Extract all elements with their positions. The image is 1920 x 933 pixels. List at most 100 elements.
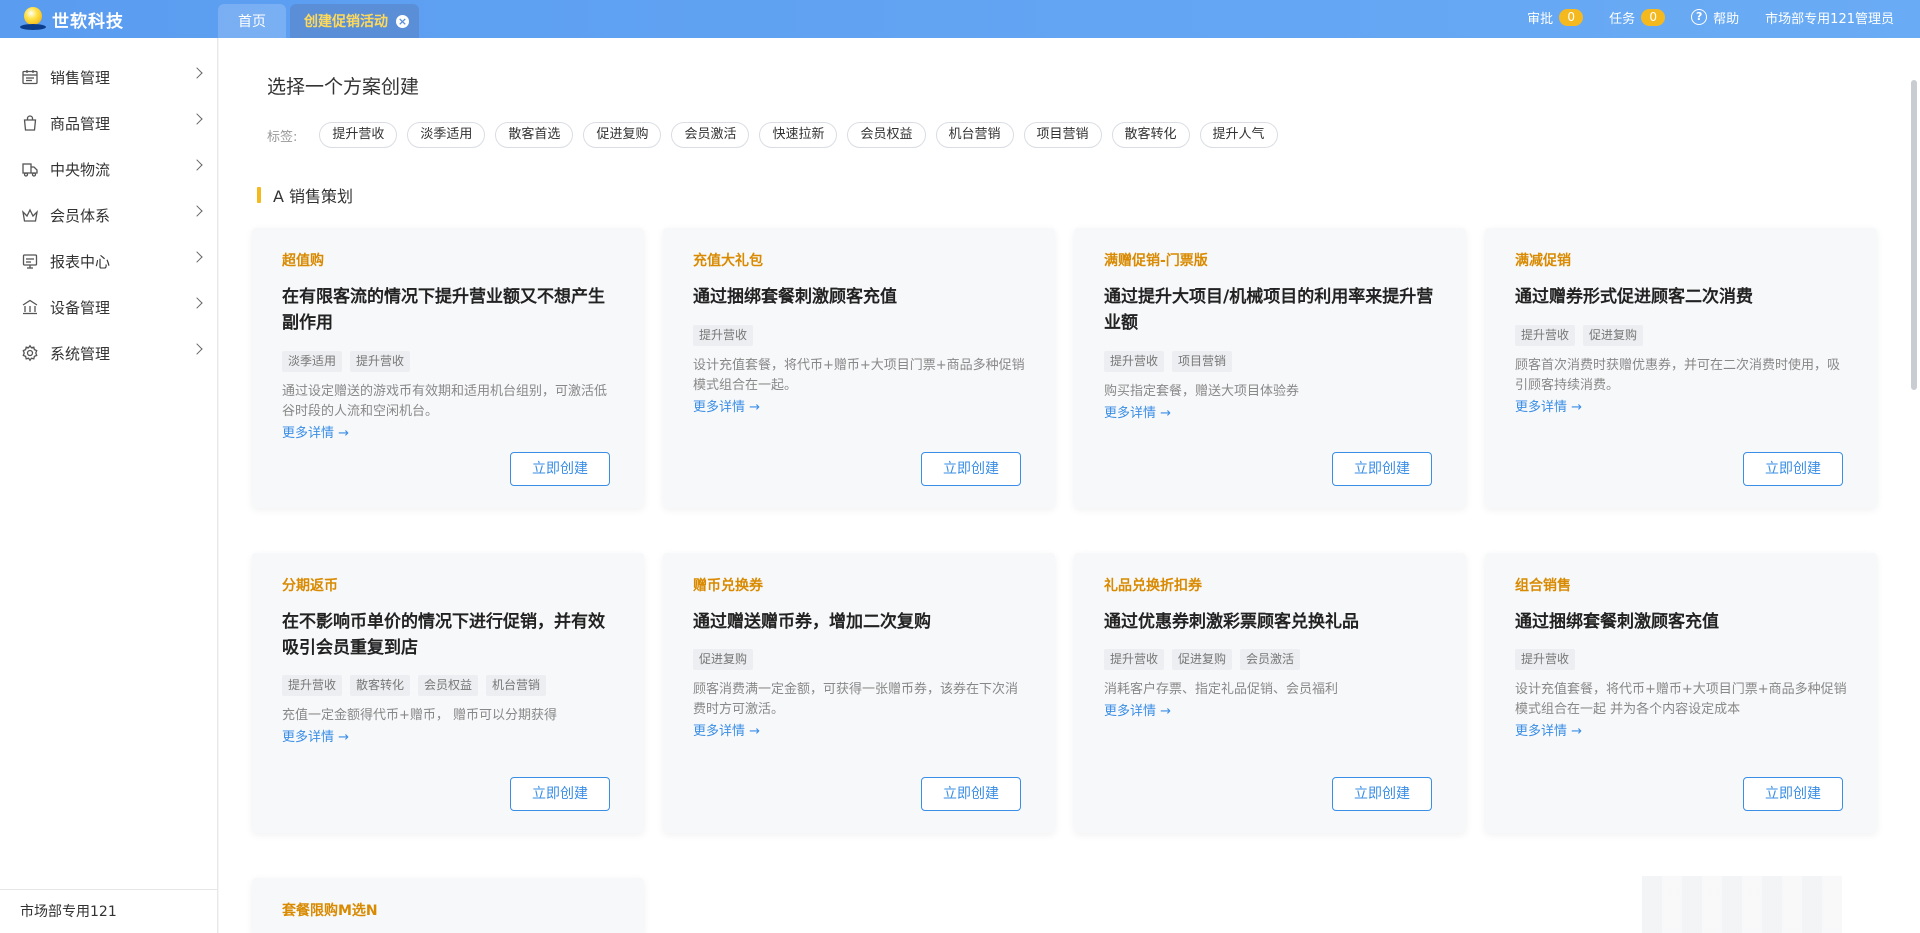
sidebar-item-logistics[interactable]: 中央物流 bbox=[0, 146, 217, 192]
sidebar-item-goods[interactable]: 商品管理 bbox=[0, 100, 217, 146]
approval-button[interactable]: 审批 0 bbox=[1527, 8, 1584, 27]
section-marker bbox=[257, 187, 261, 203]
more-details-link[interactable]: 更多详情 → bbox=[693, 396, 760, 415]
tag-filter-item[interactable]: 会员权益 bbox=[847, 122, 926, 148]
vertical-scrollbar[interactable] bbox=[1911, 80, 1917, 390]
create-now-button[interactable]: 立即创建 bbox=[510, 452, 610, 486]
plan-tag: 机台营销 bbox=[486, 675, 547, 696]
blurred-area bbox=[1642, 876, 1842, 933]
sidebar-item-label: 会员体系 bbox=[50, 206, 111, 225]
plan-name: 满减促销 bbox=[1515, 253, 1571, 269]
sidebar-item-label: 销售管理 bbox=[50, 68, 111, 87]
plan-tags: 促进复购 bbox=[693, 649, 754, 670]
sidebar-item-label: 商品管理 bbox=[50, 114, 111, 133]
plan-card: 礼品兑换折扣券 通过优惠券刺激彩票顾客兑换礼品 提升营收 促进复购 会员激活 消… bbox=[1074, 553, 1466, 833]
plan-name: 礼品兑换折扣券 bbox=[1104, 578, 1202, 594]
logo-icon bbox=[20, 6, 46, 32]
sidebar-item-devices[interactable]: 设备管理 bbox=[0, 284, 217, 330]
create-now-button[interactable]: 立即创建 bbox=[510, 777, 610, 811]
plan-tag: 散客转化 bbox=[350, 675, 411, 696]
plan-tag: 促进复购 bbox=[1172, 649, 1233, 670]
plan-tag: 提升营收 bbox=[1104, 649, 1165, 670]
plan-tag: 提升营收 bbox=[1515, 325, 1576, 346]
sidebar-item-sales[interactable]: 销售管理 bbox=[0, 54, 217, 100]
help-button[interactable]: ? 帮助 bbox=[1691, 8, 1739, 27]
approval-badge: 0 bbox=[1559, 8, 1584, 26]
plan-name: 套餐限购M选N bbox=[282, 903, 378, 919]
tag-filter-item[interactable]: 促进复购 bbox=[583, 122, 662, 148]
sidebar-item-reports[interactable]: 报表中心 bbox=[0, 238, 217, 284]
plan-name: 满赠促销-门票版 bbox=[1104, 253, 1208, 269]
plan-tag: 促进复购 bbox=[1583, 325, 1644, 346]
calendar-icon bbox=[20, 67, 40, 87]
task-button[interactable]: 任务 0 bbox=[1609, 8, 1666, 27]
create-now-button[interactable]: 立即创建 bbox=[921, 777, 1021, 811]
sidebar-item-system[interactable]: 系统管理 bbox=[0, 330, 217, 376]
plan-tag: 会员权益 bbox=[418, 675, 479, 696]
plan-card: 超值购 在有限客流的情况下提升营业额又不想产生副作用 淡季适用 提升营收 通过设… bbox=[252, 228, 644, 508]
create-now-button[interactable]: 立即创建 bbox=[1332, 777, 1432, 811]
gear-icon bbox=[20, 343, 40, 363]
plan-tag: 淡季适用 bbox=[282, 351, 343, 372]
more-details-link[interactable]: 更多详情 → bbox=[1104, 402, 1171, 421]
tag-filter-item[interactable]: 提升人气 bbox=[1199, 122, 1278, 148]
sidebar-item-member[interactable]: 会员体系 bbox=[0, 192, 217, 238]
plan-card: 赠币兑换券 通过赠送赠币券，增加二次复购 促进复购 顾客消费满一定金额，可获得一… bbox=[663, 553, 1055, 833]
plan-card: 充值大礼包 通过捆绑套餐刺激顾客充值 提升营收 设计充值套餐，将代币+赠币+大项… bbox=[663, 228, 1055, 508]
approval-label: 审批 bbox=[1527, 11, 1554, 27]
plan-tags: 淡季适用 提升营收 bbox=[282, 351, 411, 372]
help-icon: ? bbox=[1691, 9, 1708, 25]
tag-filter-item[interactable]: 淡季适用 bbox=[407, 122, 486, 148]
brand-name: 世软科技 bbox=[52, 11, 124, 32]
plan-tags: 提升营收 项目营销 bbox=[1104, 351, 1233, 372]
task-badge: 0 bbox=[1641, 8, 1666, 26]
more-details-link[interactable]: 更多详情 → bbox=[282, 422, 349, 441]
create-now-button[interactable]: 立即创建 bbox=[1743, 777, 1843, 811]
tab-create-promotion[interactable]: 创建促销活动 × bbox=[290, 4, 419, 38]
more-details-link[interactable]: 更多详情 → bbox=[1515, 720, 1582, 739]
tab-home-label: 首页 bbox=[238, 14, 266, 30]
plan-description: 消耗客户存票、指定礼品促销、会员福利 bbox=[1104, 682, 1339, 697]
more-details-link[interactable]: 更多详情 → bbox=[693, 720, 760, 739]
tag-filter-item[interactable]: 散客首选 bbox=[495, 122, 574, 148]
tab-home[interactable]: 首页 bbox=[218, 4, 286, 38]
tags-label: 标签: bbox=[267, 129, 298, 145]
create-now-button[interactable]: 立即创建 bbox=[1332, 452, 1432, 486]
tag-filter-item[interactable]: 提升营收 bbox=[319, 122, 398, 148]
plan-description: 购买指定套餐，赠送大项目体验券 bbox=[1104, 384, 1300, 399]
tag-filter-item[interactable]: 机台营销 bbox=[935, 122, 1014, 148]
plan-name: 超值购 bbox=[282, 253, 324, 269]
plan-description: 设计充值套餐，将代币+赠币+大项目门票+商品多种促销模式组合在一起 并为各个内容… bbox=[1515, 682, 1847, 717]
more-details-link[interactable]: 更多详情 → bbox=[1104, 700, 1171, 719]
more-details-link[interactable]: 更多详情 → bbox=[282, 726, 349, 745]
close-icon[interactable]: × bbox=[396, 14, 409, 28]
sidebar-footer-store[interactable]: 市场部专用121 bbox=[0, 889, 217, 933]
plan-name: 赠币兑换券 bbox=[693, 578, 763, 594]
plan-tag: 会员激活 bbox=[1240, 649, 1301, 670]
more-details-link[interactable]: 更多详情 → bbox=[1515, 396, 1582, 415]
tag-filter-item[interactable]: 快速拉新 bbox=[759, 122, 838, 148]
tag-filter-item[interactable]: 项目营销 bbox=[1023, 122, 1102, 148]
brand-logo[interactable]: 世软科技 bbox=[20, 4, 124, 34]
tag-filter-item[interactable]: 会员激活 bbox=[671, 122, 750, 148]
plan-tag: 提升营收 bbox=[693, 325, 754, 346]
plan-tags: 提升营收 bbox=[1515, 649, 1576, 670]
plan-description: 顾客首次消费时获赠优惠券，并可在二次消费时使用，吸引顾客持续消费。 bbox=[1515, 358, 1841, 393]
plan-headline: 在有限客流的情况下提升营业额又不想产生副作用 bbox=[282, 287, 605, 333]
report-icon bbox=[20, 251, 40, 271]
user-menu[interactable]: 市场部专用121管理员 bbox=[1765, 8, 1894, 27]
bag-icon bbox=[20, 113, 40, 133]
sidebar-item-label: 报表中心 bbox=[50, 252, 111, 271]
plan-card: 分期返币 在不影响币单价的情况下进行促销，并有效吸引会员重复到店 提升营收 散客… bbox=[252, 553, 644, 833]
crown-icon bbox=[20, 205, 40, 225]
chevron-right-icon bbox=[191, 205, 203, 217]
create-now-button[interactable]: 立即创建 bbox=[921, 452, 1021, 486]
tag-filter-item[interactable]: 散客转化 bbox=[1111, 122, 1190, 148]
plan-name: 组合销售 bbox=[1515, 578, 1571, 594]
create-now-button[interactable]: 立即创建 bbox=[1743, 452, 1843, 486]
plan-description: 顾客消费满一定金额，可获得一张赠币券，该券在下次消费时方可激活。 bbox=[693, 682, 1019, 717]
tag-filter: 标签: 提升营收 淡季适用 散客首选 促进复购 会员激活 快速拉新 会员权益 机… bbox=[267, 122, 1278, 148]
plan-tags: 提升营收 bbox=[693, 325, 754, 346]
plan-card: 套餐限购M选N bbox=[252, 878, 644, 933]
sidebar-item-label: 设备管理 bbox=[50, 298, 111, 317]
